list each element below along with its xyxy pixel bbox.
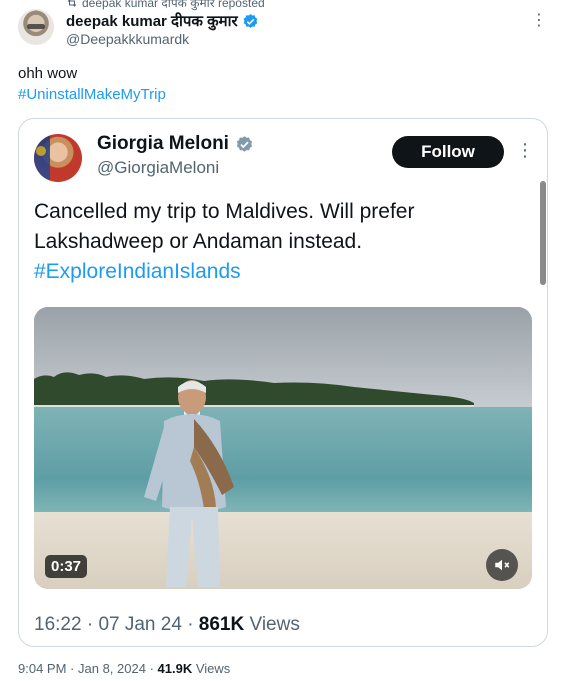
quoted-date[interactable]: 07 Jan 24 (98, 614, 181, 635)
tweet-body: ohh wow (18, 65, 78, 82)
scrollbar-thumb[interactable] (540, 181, 546, 285)
separator-dot: · (70, 661, 78, 676)
quoted-author-name[interactable]: Giorgia Meloni (97, 133, 254, 155)
separator-dot: · (187, 614, 199, 635)
follow-button[interactable]: Follow (392, 136, 504, 168)
video-frame-person (144, 380, 234, 587)
quoted-text-line-1: Cancelled my trip to Maldives. Will pref… (34, 200, 415, 223)
video-frame-sand (34, 512, 532, 589)
separator-dot: · (149, 661, 158, 676)
quoted-text-line-2: Lakshadweep or Andaman instead. (34, 230, 363, 253)
tweet-views-count: 41.9K (157, 661, 193, 676)
author-avatar[interactable] (18, 9, 54, 45)
verified-badge-icon (243, 13, 257, 28)
tweet-time[interactable]: 9:04 PM (18, 661, 66, 676)
quoted-author-name-text: Giorgia Meloni (97, 133, 229, 154)
video-frame-treeline (34, 372, 474, 409)
tweet-hashtag-link[interactable]: #UninstallMakeMyTrip (18, 84, 166, 105)
verified-gov-badge-icon (236, 135, 253, 152)
author-name[interactable]: deepak kumar दीपक कुमार (66, 11, 259, 31)
mute-icon (495, 559, 510, 571)
author-name-text: deepak kumar दीपक कुमार (66, 13, 238, 30)
quoted-views-count: 861K (198, 614, 245, 635)
quoted-time[interactable]: 16:22 (34, 614, 82, 635)
tweet-text: ohh wow #UninstallMakeMyTrip (18, 63, 166, 105)
repost-icon (67, 0, 77, 7)
author-handle[interactable]: @Deepakkkumardk (66, 31, 189, 47)
video-duration: 0:37 (45, 555, 88, 578)
quoted-author-avatar[interactable] (34, 134, 82, 182)
tweet-meta: 9:04 PM · Jan 8, 2024 · 41.9K Views (18, 661, 230, 676)
tweet-date[interactable]: Jan 8, 2024 (78, 661, 146, 676)
quoted-tweet-meta: 16:22 · 07 Jan 24 · 861K Views (34, 614, 300, 636)
quoted-hashtag-link[interactable]: #ExploreIndianIslands (34, 257, 524, 287)
repost-text: deepak kumar दीपक कुमार reposted (82, 0, 265, 10)
quoted-tweet-card[interactable]: Giorgia Meloni @GiorgiaMeloni Follow ⋮ C… (18, 118, 548, 647)
mute-button[interactable] (486, 549, 518, 581)
quoted-tweet-text: Cancelled my trip to Maldives. Will pref… (34, 197, 524, 287)
quoted-author-handle[interactable]: @GiorgiaMeloni (97, 158, 219, 178)
repost-indicator: deepak kumar दीपक कुमार reposted (66, 0, 265, 11)
tweet-views-label: Views (195, 661, 231, 676)
video-frame-sea (34, 407, 532, 527)
quoted-more-icon[interactable]: ⋮ (516, 141, 534, 159)
video-player[interactable]: 0:37 (34, 307, 532, 589)
quoted-views-label: Views (249, 614, 300, 635)
separator-dot: · (86, 614, 99, 635)
more-options-icon[interactable]: ⋮ (531, 10, 548, 30)
